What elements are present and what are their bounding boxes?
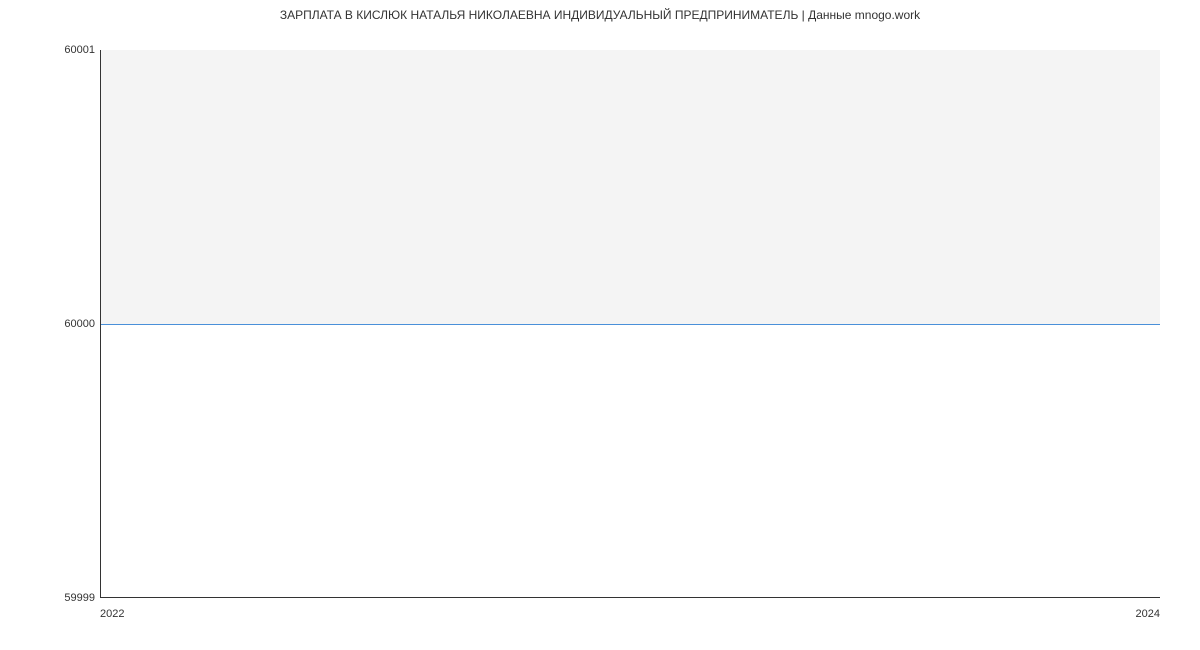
y-axis-tick-label: 60001 — [35, 44, 95, 56]
chart-container: ЗАРПЛАТА В КИСЛЮК НАТАЛЬЯ НИКОЛАЕВНА ИНД… — [0, 0, 1200, 650]
x-axis-tick-label: 2022 — [100, 608, 124, 620]
plot-area — [100, 50, 1160, 598]
plot-lower-band — [101, 324, 1160, 598]
data-line-series-0 — [101, 324, 1160, 325]
y-axis-tick-label: 60000 — [35, 318, 95, 330]
x-axis-tick-label: 2024 — [1136, 608, 1160, 620]
chart-title: ЗАРПЛАТА В КИСЛЮК НАТАЛЬЯ НИКОЛАЕВНА ИНД… — [0, 8, 1200, 22]
y-axis-tick-label: 59999 — [35, 592, 95, 604]
